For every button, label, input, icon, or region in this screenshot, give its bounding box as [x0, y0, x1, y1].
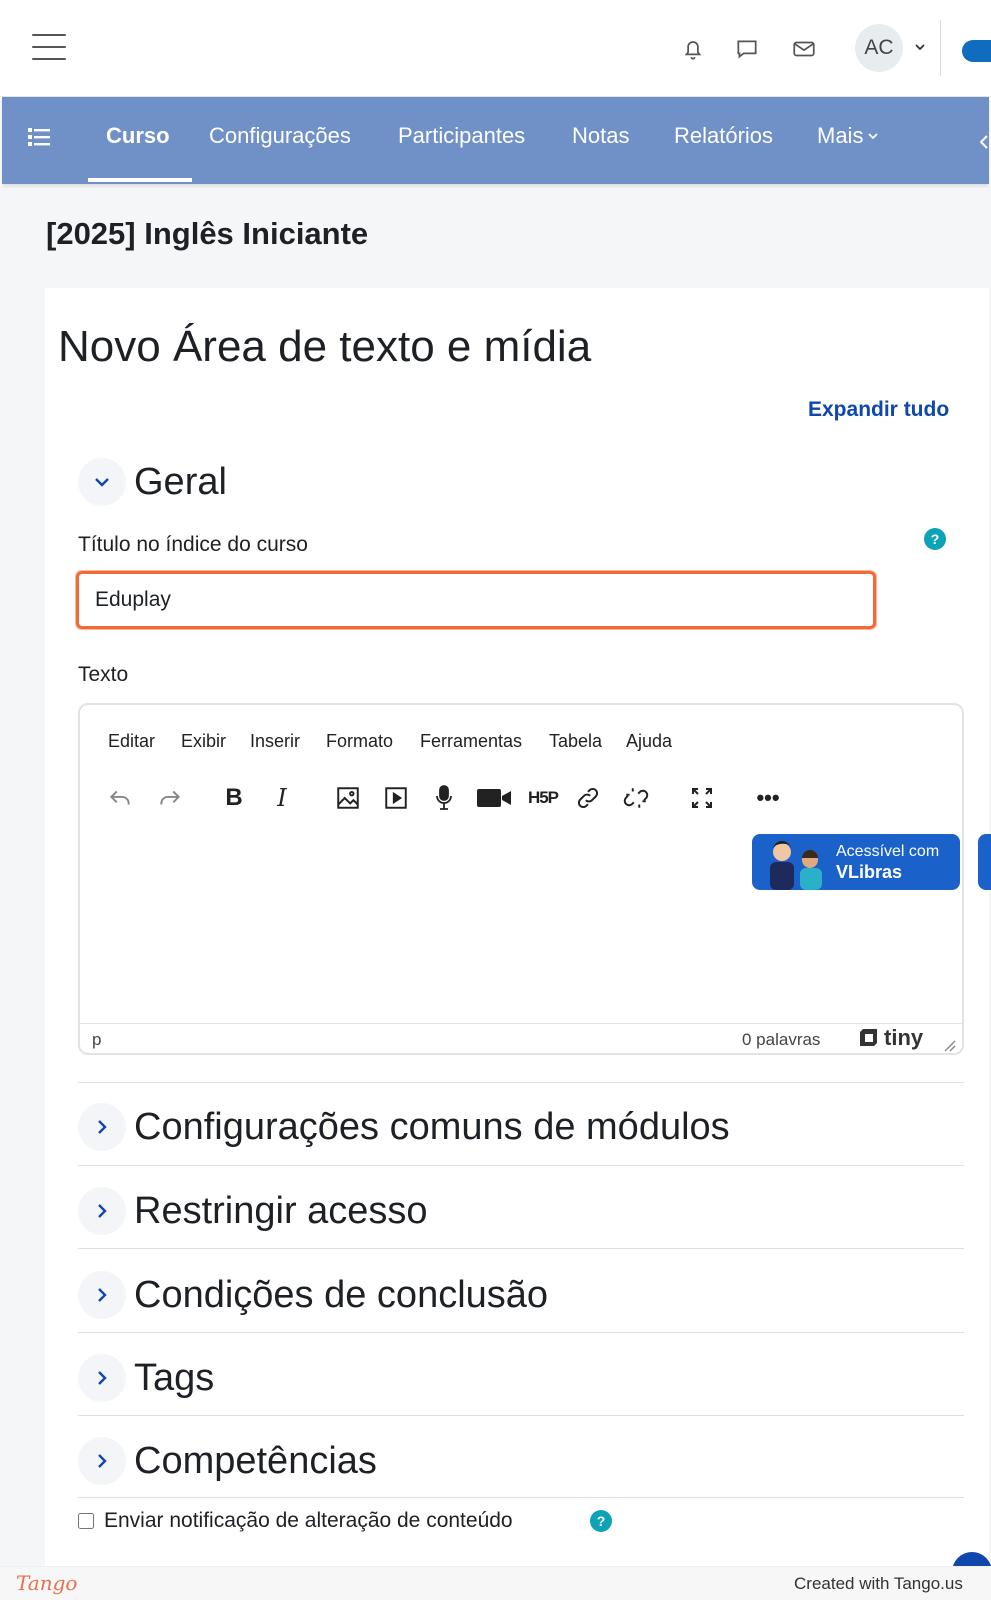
vlibras-avatars-icon: [770, 841, 822, 890]
chevron-right-icon: [78, 1271, 126, 1319]
tiny-logo[interactable]: tiny: [858, 1025, 923, 1051]
tab-mais[interactable]: Mais: [817, 123, 879, 149]
microphone-icon[interactable]: [428, 782, 460, 814]
active-tab-indicator: [88, 178, 192, 182]
help-icon[interactable]: ?: [924, 528, 946, 550]
page-title: Novo Área de texto e mídia: [58, 322, 592, 371]
notify-label[interactable]: Enviar notificação de alteração de conte…: [104, 1509, 513, 1533]
section-geral-toggle[interactable]: Geral: [78, 455, 227, 509]
unlink-icon[interactable]: [620, 782, 652, 814]
tab-relatorios[interactable]: Relatórios: [674, 123, 773, 149]
menu-tabela[interactable]: Tabela: [549, 731, 602, 752]
menu-formato[interactable]: Formato: [326, 731, 393, 752]
resize-handle-icon[interactable]: [942, 1038, 956, 1052]
expand-all-link[interactable]: Expandir tudo: [808, 398, 949, 422]
vlibras-line2: VLibras: [836, 862, 903, 882]
vlibras-widget[interactable]: Acessível com VLibras: [752, 834, 960, 890]
fullscreen-icon[interactable]: [686, 782, 718, 814]
section-title: Tags: [134, 1356, 215, 1399]
tiny-icon: [860, 1029, 877, 1046]
word-count[interactable]: 0 palavras: [742, 1030, 820, 1050]
footer: Tango Created with Tango.us: [0, 1566, 991, 1600]
section-divider: [78, 1248, 964, 1249]
menu-editar[interactable]: Editar: [108, 731, 155, 752]
tango-logo: Tango: [16, 1571, 78, 1595]
section-title: Competências: [134, 1439, 377, 1482]
section-title: Geral: [134, 460, 227, 503]
avatar[interactable]: AC: [855, 24, 903, 72]
media-icon[interactable]: [380, 782, 412, 814]
notify-row: Enviar notificação de alteração de conte…: [78, 1509, 513, 1533]
edit-mode-toggle[interactable]: [962, 40, 991, 62]
chevron-down-icon: [78, 458, 126, 506]
section-divider: [78, 1415, 964, 1416]
section-divider: [78, 1082, 964, 1083]
section-configuracoes-comuns-toggle[interactable]: Configurações comuns de módulos: [78, 1100, 730, 1154]
chevron-down-icon[interactable]: [913, 40, 927, 54]
section-divider: [78, 1497, 964, 1498]
title-field-label: Título no índice do curso: [78, 533, 308, 556]
section-competencias-toggle[interactable]: Competências: [78, 1434, 377, 1488]
tab-mais-label: Mais: [817, 123, 864, 148]
h5p-icon[interactable]: H5P: [524, 782, 562, 814]
chevron-left-icon[interactable]: [977, 133, 991, 151]
chat-icon[interactable]: [734, 36, 760, 62]
tab-notas[interactable]: Notas: [572, 123, 629, 149]
course-title: [2025] Inglês Iniciante: [46, 216, 369, 251]
chevron-right-icon: [78, 1103, 126, 1151]
redo-icon[interactable]: [154, 782, 186, 814]
section-restringir-acesso-toggle[interactable]: Restringir acesso: [78, 1184, 428, 1238]
chevron-down-icon: [868, 133, 879, 140]
vlibras-line1: Acessível com: [836, 843, 940, 860]
section-title: Restringir acesso: [134, 1189, 428, 1232]
footer-credit: Created with Tango.us: [794, 1574, 963, 1593]
section-title: Condições de conclusão: [134, 1273, 549, 1316]
top-bar: AC: [0, 0, 991, 97]
menu-ajuda[interactable]: Ajuda: [626, 731, 672, 752]
mail-icon[interactable]: [791, 36, 817, 62]
notify-checkbox[interactable]: [78, 1513, 94, 1529]
vlibras-label: Acessível com VLibras: [836, 842, 939, 884]
italic-icon[interactable]: I: [266, 782, 298, 814]
tiny-brand: tiny: [884, 1025, 924, 1050]
text-field-label: Texto: [78, 663, 129, 686]
element-path[interactable]: p: [92, 1030, 101, 1050]
link-icon[interactable]: [572, 782, 604, 814]
chevron-right-icon: [78, 1354, 126, 1402]
undo-icon[interactable]: [104, 782, 136, 814]
title-input[interactable]: [76, 571, 876, 629]
section-title: Configurações comuns de módulos: [134, 1105, 730, 1148]
menu-ferramentas[interactable]: Ferramentas: [420, 731, 522, 752]
rich-text-editor: Editar Exibir Inserir Formato Ferramenta…: [78, 703, 991, 1055]
course-nav-bar: Curso Configurações Participantes Notas …: [2, 97, 989, 184]
vlibras-side-tab[interactable]: [978, 834, 991, 890]
image-icon[interactable]: [332, 782, 364, 814]
chevron-right-icon: [78, 1187, 126, 1235]
course-index-icon[interactable]: [28, 127, 52, 147]
help-icon[interactable]: ?: [590, 1510, 612, 1532]
divider: [940, 20, 941, 76]
video-camera-icon[interactable]: [476, 782, 512, 814]
section-divider: [78, 1165, 964, 1166]
more-icon[interactable]: •••: [752, 782, 784, 814]
menu-exibir[interactable]: Exibir: [181, 731, 226, 752]
hamburger-menu-icon[interactable]: [32, 34, 66, 62]
section-divider: [78, 1332, 964, 1333]
tab-curso[interactable]: Curso: [106, 123, 170, 149]
section-condicoes-conclusao-toggle[interactable]: Condições de conclusão: [78, 1268, 548, 1322]
section-tags-toggle[interactable]: Tags: [78, 1351, 214, 1405]
bell-icon[interactable]: [680, 36, 706, 62]
bold-icon[interactable]: B: [218, 782, 250, 814]
editor-status-divider: [80, 1023, 962, 1024]
menu-inserir[interactable]: Inserir: [250, 731, 300, 752]
tab-configuracoes[interactable]: Configurações: [209, 123, 351, 149]
chevron-right-icon: [78, 1437, 126, 1485]
tab-participantes[interactable]: Participantes: [398, 123, 525, 149]
